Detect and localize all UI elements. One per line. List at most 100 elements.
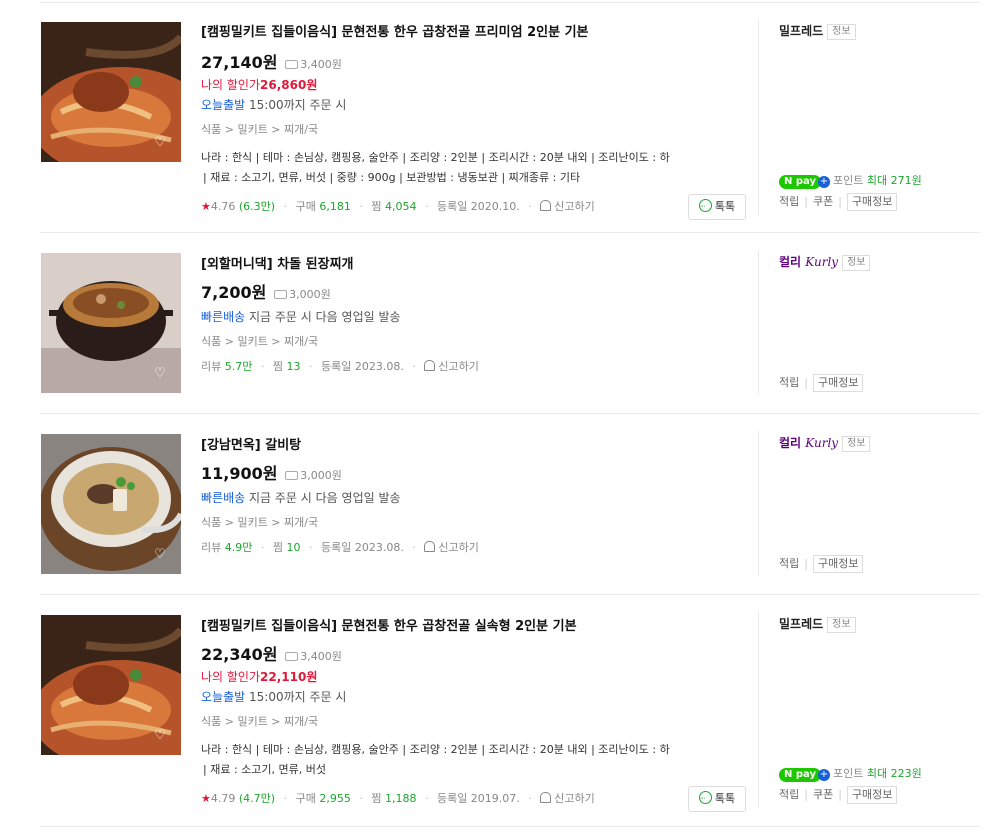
product-title[interactable]: [캠핑밀키트 집들이음식] 문현전통 한우 곱창전골 프리미엄 2인분 기본 xyxy=(201,22,746,44)
truck-icon xyxy=(285,471,299,480)
report-label: 신고하기 xyxy=(554,792,595,805)
truck-icon xyxy=(285,60,299,69)
earn-link[interactable]: 적립 xyxy=(779,376,799,389)
mall-name[interactable]: 밀프레드 xyxy=(779,614,823,634)
report-label: 신고하기 xyxy=(438,541,479,554)
purchase-count: 2,955 xyxy=(319,792,351,805)
zzim-label: 찜 xyxy=(371,792,382,805)
heart-icon[interactable]: ♡ xyxy=(153,548,167,562)
heart-icon[interactable]: ♡ xyxy=(153,136,167,150)
spec-line: | 재료 : 소고기, 면류, 버섯 xyxy=(203,763,326,776)
rating: 4.76 xyxy=(210,200,236,213)
shipping-fee: 3,400원 xyxy=(300,650,342,663)
category-breadcrumb[interactable]: 식품 > 밀키트 > 찌개/국 xyxy=(201,118,746,142)
chat-bubble-icon xyxy=(698,787,712,811)
registration-date: 등록일 2023.08. xyxy=(321,541,404,554)
zzim-label: 찜 xyxy=(272,541,283,554)
delivery-highlight: 오늘출발 xyxy=(201,98,246,112)
review-count[interactable]: (6.3만) xyxy=(239,200,275,213)
report-label: 신고하기 xyxy=(554,200,595,213)
bell-icon xyxy=(424,541,436,552)
purchase-info-button[interactable]: 구매정보 xyxy=(812,555,864,573)
truck-icon xyxy=(285,652,299,661)
column-divider xyxy=(758,20,759,215)
purchase-count: 6,181 xyxy=(319,200,351,213)
registration-date: 등록일 2019.07. xyxy=(436,792,520,805)
rating: 4.79 xyxy=(210,792,236,805)
category-breadcrumb[interactable]: 식품 > 밀키트 > 찌개/국 xyxy=(201,511,746,535)
product-thumbnail[interactable]: ♡ xyxy=(41,22,181,162)
review-label: 리뷰 xyxy=(201,541,222,554)
zzim-count: 4,054 xyxy=(384,200,417,213)
discount-price: 26,860원 xyxy=(260,78,318,92)
heart-icon[interactable]: ♡ xyxy=(153,367,167,381)
mall-name[interactable]: 컬리 Kurly xyxy=(779,433,838,453)
purchase-label: 구매 xyxy=(295,792,316,805)
talktalk-label: 톡톡 xyxy=(714,792,736,805)
delivery-text: 15:00까지 주문 시 xyxy=(249,98,347,112)
shipping-fee: 3,000원 xyxy=(289,288,331,301)
delivery-highlight: 빠른배송 xyxy=(201,310,246,324)
product-price: 11,900원 xyxy=(201,464,278,483)
talktalk-button[interactable]: 톡톡 xyxy=(688,786,746,812)
review-count[interactable]: (4.7만) xyxy=(239,792,275,805)
plus-icon: + xyxy=(817,176,830,188)
discount-label: 나의 할인가 xyxy=(201,670,261,684)
zzim-count: 13 xyxy=(286,360,301,373)
delivery-text: 지금 주문 시 다음 영업일 발송 xyxy=(249,491,401,505)
shipping-fee: 3,400원 xyxy=(300,58,342,71)
talktalk-button[interactable]: 톡톡 xyxy=(688,194,746,220)
mall-name[interactable]: 컬리 Kurly xyxy=(779,252,838,272)
npay-points: N pay + 포인트 최대 271원 xyxy=(779,173,922,189)
heart-icon[interactable]: ♡ xyxy=(153,729,167,743)
product-title[interactable]: [캠핑밀키트 집들이음식] 문현전통 한우 곱창전골 실속형 2인분 기본 xyxy=(201,616,746,638)
earn-link[interactable]: 적립 xyxy=(779,557,799,570)
review-label: 리뷰 xyxy=(201,360,222,373)
plus-icon: + xyxy=(817,769,830,781)
product-price: 27,140원 xyxy=(201,53,278,72)
purchase-info-button[interactable]: 구매정보 xyxy=(812,374,864,392)
divider xyxy=(40,594,980,595)
report-button[interactable]: 신고하기 xyxy=(540,792,595,805)
product-price: 7,200원 xyxy=(201,283,267,302)
review-count[interactable]: 5.7만 xyxy=(225,360,253,373)
discount-price: 22,110원 xyxy=(260,670,318,684)
product-title[interactable]: [외할머니댁] 차돌 된장찌개 xyxy=(201,254,746,276)
purchase-info-button[interactable]: 구매정보 xyxy=(846,193,898,211)
star-icon: ★ xyxy=(201,792,211,805)
mall-name[interactable]: 밀프레드 xyxy=(779,21,823,41)
mall-info-badge[interactable]: 정보 xyxy=(827,617,856,633)
purchase-label: 구매 xyxy=(295,200,316,213)
mall-info-badge[interactable]: 정보 xyxy=(842,255,871,271)
truck-icon xyxy=(274,290,288,299)
purchase-info-button[interactable]: 구매정보 xyxy=(846,786,898,804)
review-count[interactable]: 4.9만 xyxy=(225,541,253,554)
delivery-text: 지금 주문 시 다음 영업일 발송 xyxy=(249,310,401,324)
mall-info-badge[interactable]: 정보 xyxy=(827,24,856,40)
category-breadcrumb[interactable]: 식품 > 밀키트 > 찌개/국 xyxy=(201,710,746,734)
spec-line: 나라 : 한식 | 테마 : 손님상, 캠핑용, 술안주 | 조리양 : 2인분… xyxy=(201,151,670,164)
product-thumbnail[interactable]: ♡ xyxy=(41,253,181,393)
earn-link[interactable]: 적립 xyxy=(779,195,799,208)
npay-value: 최대 223원 xyxy=(866,767,922,780)
report-button[interactable]: 신고하기 xyxy=(424,360,479,373)
registration-date: 등록일 2020.10. xyxy=(436,200,520,213)
divider xyxy=(40,2,980,3)
product-price: 22,340원 xyxy=(201,645,278,664)
earn-link[interactable]: 적립 xyxy=(779,788,799,801)
spec-line: 나라 : 한식 | 테마 : 손님상, 캠핑용, 술안주 | 조리양 : 2인분… xyxy=(201,743,670,756)
coupon-link[interactable]: 쿠폰 xyxy=(813,195,833,208)
star-icon: ★ xyxy=(201,200,211,213)
mall-info-badge[interactable]: 정보 xyxy=(842,436,871,452)
product-thumbnail[interactable]: ♡ xyxy=(41,434,181,574)
product-title[interactable]: [강남면옥] 갈비탕 xyxy=(201,435,746,457)
npay-points: N pay + 포인트 최대 223원 xyxy=(779,766,922,782)
column-divider xyxy=(758,431,759,576)
report-button[interactable]: 신고하기 xyxy=(540,200,595,213)
product-thumbnail[interactable]: ♡ xyxy=(41,615,181,755)
talktalk-label: 톡톡 xyxy=(714,200,736,213)
delivery-highlight: 빠른배송 xyxy=(201,491,246,505)
coupon-link[interactable]: 쿠폰 xyxy=(813,788,833,801)
category-breadcrumb[interactable]: 식품 > 밀키트 > 찌개/국 xyxy=(201,330,746,354)
report-button[interactable]: 신고하기 xyxy=(424,541,479,554)
